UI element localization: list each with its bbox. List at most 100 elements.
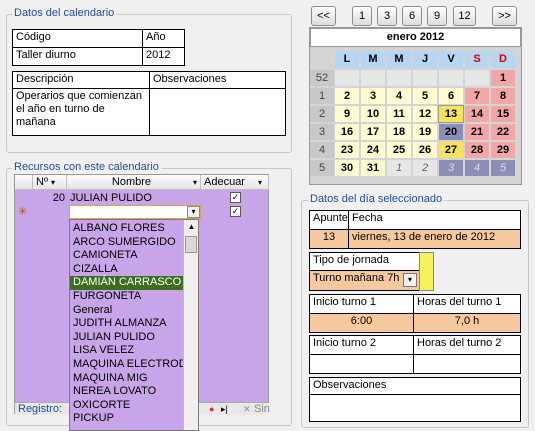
calendar-day[interactable]: 10: [361, 106, 385, 122]
calendar-day[interactable]: 27: [439, 142, 463, 158]
calendar-day[interactable]: 23: [335, 142, 359, 158]
calendar-day[interactable]: 4: [387, 88, 411, 104]
observaciones-field[interactable]: [149, 88, 286, 136]
calendar-day[interactable]: [387, 70, 411, 86]
calendar-day[interactable]: 20: [439, 124, 463, 140]
calendar-day[interactable]: 8: [491, 88, 515, 104]
calendar-day[interactable]: [413, 70, 437, 86]
month-title: enero 2012: [310, 28, 521, 47]
calendar-day[interactable]: 11: [387, 106, 411, 122]
calendar-day[interactable]: 12: [413, 106, 437, 122]
column-nombre-header[interactable]: Nombre ▾: [67, 175, 201, 190]
months-3-button[interactable]: 3: [377, 6, 397, 26]
dropdown-item[interactable]: General: [70, 304, 198, 318]
calendar-day[interactable]: 30: [335, 160, 359, 176]
calendar-day[interactable]: 26: [413, 142, 437, 158]
week-number: 5: [310, 160, 334, 176]
months-1-button[interactable]: 1: [352, 6, 372, 26]
filter-icon[interactable]: ✕: [243, 403, 251, 416]
dropdown-item[interactable]: JULIAN PULIDO: [70, 331, 198, 345]
calendar-day[interactable]: 14: [465, 106, 489, 122]
calendar-day[interactable]: 22: [491, 124, 515, 140]
chevron-down-icon[interactable]: ▾: [403, 273, 417, 287]
fecha-label: Fecha: [348, 210, 521, 230]
dropdown-item[interactable]: JUDITH ALMANZA: [70, 317, 198, 331]
dropdown-item[interactable]: MAQUINA ELECTRODO: [70, 358, 198, 372]
calendar-day[interactable]: 3: [439, 160, 463, 176]
inicio-turno-2-field[interactable]: [309, 354, 414, 374]
prev-year-button[interactable]: <<: [311, 6, 336, 26]
dow-header: L: [335, 51, 359, 68]
scroll-thumb[interactable]: [185, 236, 197, 253]
calendar-day[interactable]: 3: [361, 88, 385, 104]
calendar-day[interactable]: 4: [465, 160, 489, 176]
observaciones-dia-field[interactable]: [309, 394, 521, 422]
calendar-day[interactable]: 18: [387, 124, 411, 140]
months-6-button[interactable]: 6: [402, 6, 422, 26]
nofilter-label: Sin: [254, 403, 270, 415]
calendar-day[interactable]: 5: [491, 160, 515, 176]
adecuar-checkbox[interactable]: ✓: [230, 192, 241, 203]
dropdown-scrollbar[interactable]: ▲: [183, 220, 198, 430]
months-9-button[interactable]: 9: [427, 6, 447, 26]
dropdown-item[interactable]: LISA VELEZ: [70, 344, 198, 358]
dropdown-item[interactable]: NEREA LOVATO: [70, 385, 198, 399]
last-record-icon[interactable]: ▸|: [221, 403, 228, 416]
dropdown-item[interactable]: PICKUP: [70, 412, 198, 426]
descripcion-label: Descripción: [12, 71, 150, 89]
codigo-field[interactable]: Taller diurno: [12, 47, 143, 66]
calendar-day[interactable]: 13: [438, 105, 464, 123]
dropdown-item[interactable]: ALBANO FLORES: [70, 222, 198, 236]
dropdown-item[interactable]: OXICORTE: [70, 399, 198, 413]
column-num-header[interactable]: Nº ▾: [33, 175, 67, 190]
table-row[interactable]: 20 JULIAN PULIDO ✓: [15, 191, 269, 205]
inicio-turno-1-field[interactable]: 6:00: [309, 313, 414, 333]
fecha-field[interactable]: viernes, 13 de enero de 2012: [348, 229, 521, 249]
calendar-day[interactable]: 17: [361, 124, 385, 140]
months-12-button[interactable]: 12: [453, 6, 476, 26]
calendar-day[interactable]: 9: [335, 106, 359, 122]
delete-icon[interactable]: ●: [209, 403, 214, 416]
calendar-day[interactable]: 15: [491, 106, 515, 122]
horas-turno-1-field[interactable]: 7,0 h: [413, 313, 521, 333]
descripcion-field[interactable]: Operarios que comienzan el año en turno …: [12, 88, 150, 136]
calendar-day[interactable]: 29: [491, 142, 515, 158]
dropdown-item[interactable]: DAMIÁN CARRASCO: [70, 276, 198, 290]
chevron-down-icon[interactable]: ▾: [187, 206, 200, 218]
ano-field[interactable]: 2012: [142, 47, 185, 66]
calendar-day[interactable]: 6: [439, 88, 463, 104]
calendar-day[interactable]: 7: [465, 88, 489, 104]
calendar-day[interactable]: 5: [413, 88, 437, 104]
apunte-field[interactable]: 13: [309, 229, 349, 249]
calendar-day[interactable]: 16: [335, 124, 359, 140]
calendar-day[interactable]: 2: [413, 160, 437, 176]
column-adecuar-header[interactable]: Adecuar ▾: [201, 175, 269, 190]
calendar-day[interactable]: 25: [387, 142, 411, 158]
calendar-day[interactable]: 19: [413, 124, 437, 140]
calendar-day[interactable]: 28: [465, 142, 489, 158]
calendar-day[interactable]: 21: [465, 124, 489, 140]
calendar-day[interactable]: 1: [387, 160, 411, 176]
calendar-day[interactable]: [335, 70, 359, 86]
dropdown-item[interactable]: MAQUINA MIG: [70, 372, 198, 386]
dropdown-item[interactable]: ARCO SUMERGIDO: [70, 236, 198, 250]
calendar-day[interactable]: 2: [335, 88, 359, 104]
calendar-day[interactable]: [465, 70, 489, 86]
calendar-day[interactable]: 1: [491, 70, 515, 86]
new-row[interactable]: ✳ ▾ ✓: [15, 205, 269, 219]
calendar-day[interactable]: 24: [361, 142, 385, 158]
day-data-title: Datos del día seleccionado: [308, 193, 445, 205]
dropdown-item[interactable]: FURGONETA: [70, 290, 198, 304]
dropdown-items: ALBANO FLORES ARCO SUMERGIDO CAMIONETA CIZA…: [70, 220, 198, 426]
next-year-button[interactable]: >>: [492, 6, 517, 26]
dropdown-item[interactable]: CAMIONETA: [70, 249, 198, 263]
nombre-combobox[interactable]: [69, 205, 201, 219]
scroll-up-icon[interactable]: ▲: [185, 220, 198, 233]
calendar-day[interactable]: [439, 70, 463, 86]
dropdown-item[interactable]: CIZALLA: [70, 263, 198, 277]
nombre-dropdown-list[interactable]: ALBANO FLORES ARCO SUMERGIDO CAMIONETA CIZA…: [69, 219, 199, 431]
calendar-day[interactable]: [361, 70, 385, 86]
calendar-day[interactable]: 31: [361, 160, 385, 176]
horas-turno-2-field[interactable]: [413, 354, 521, 374]
adecuar-checkbox[interactable]: ✓: [230, 206, 241, 217]
